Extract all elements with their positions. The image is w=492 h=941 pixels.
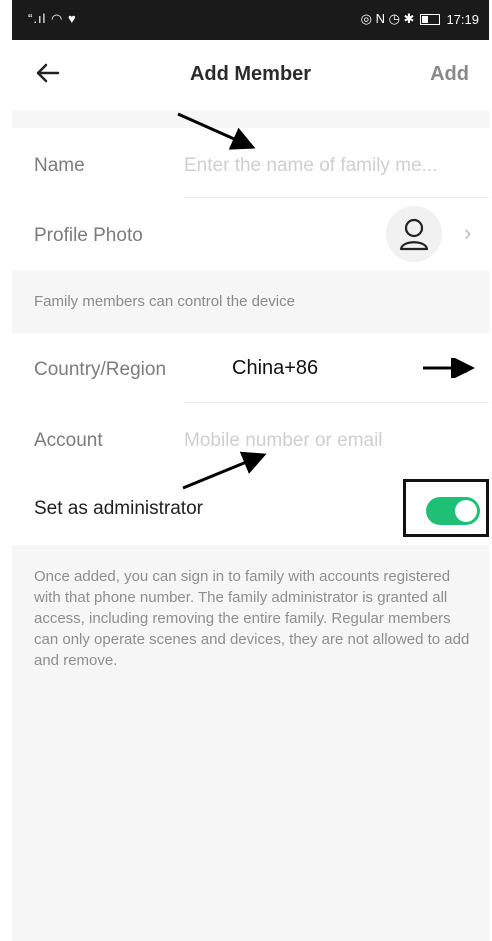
annotation-arrow-icon bbox=[177, 112, 256, 150]
annotation-arrow-icon bbox=[423, 358, 475, 378]
name-label: Name bbox=[34, 155, 85, 176]
admin-toggle-highlight bbox=[403, 479, 489, 537]
admin-label: Set as administrator bbox=[34, 498, 203, 519]
status-time: 17:19 bbox=[446, 11, 479, 27]
person-icon bbox=[399, 218, 429, 251]
control-note: Family members can control the device bbox=[34, 293, 295, 310]
country-value: China+86 bbox=[232, 357, 319, 379]
status-right: ◎ N ◷ ✱ 17:19 bbox=[361, 11, 479, 27]
status-icons: ◎ N ◷ ✱ bbox=[360, 11, 415, 26]
app-header: Add Member Add bbox=[12, 40, 489, 110]
profile-photo-label: Profile Photo bbox=[34, 225, 143, 246]
add-button[interactable]: Add bbox=[430, 63, 469, 86]
annotation-arrow-icon bbox=[182, 451, 267, 490]
phone-screen: “.ıl ◠ ♥ ◎ N ◷ ✱ 17:19 Add Member Add Na… bbox=[12, 0, 489, 941]
signal-wifi-icons: “.ıl ◠ ♥ bbox=[28, 11, 77, 26]
name-input[interactable]: Enter the name of family me... bbox=[184, 155, 474, 177]
chevron-right-icon: › bbox=[464, 220, 472, 245]
status-bar: “.ıl ◠ ♥ ◎ N ◷ ✱ 17:19 bbox=[12, 0, 489, 40]
page-title: Add Member bbox=[189, 63, 312, 85]
toggle-knob bbox=[455, 500, 477, 522]
info-text: Once added, you can sign in to family wi… bbox=[34, 568, 470, 669]
account-input[interactable]: Mobile number or email bbox=[184, 430, 474, 452]
battery-icon bbox=[420, 13, 441, 25]
country-label: Country/Region bbox=[34, 359, 167, 380]
admin-toggle[interactable] bbox=[426, 497, 480, 525]
avatar[interactable] bbox=[386, 206, 442, 262]
account-label: Account bbox=[34, 430, 103, 451]
